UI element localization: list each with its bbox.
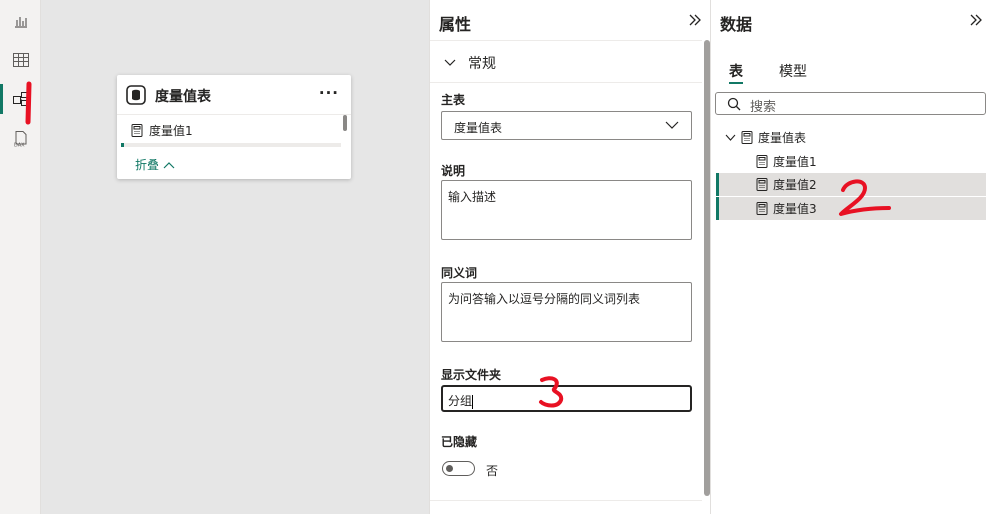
report-view-button[interactable] [0,2,41,40]
calculator-icon [741,131,753,144]
model-view-button[interactable] [0,80,41,118]
text-caret [472,394,474,409]
table-card-header[interactable]: 度量值表 ··· [117,75,351,115]
properties-pane: 属性 常规 主表 度量值表 说明 输入描述 同义词 为问答输入以逗号分隔的同义词… [429,0,711,514]
description-input[interactable]: 输入描述 [441,180,692,240]
tab-active-indicator [729,82,743,84]
dax-query-view-button[interactable]: DAX [0,120,41,158]
card-field-label: 度量值1 [149,124,193,138]
properties-body: 常规 主表 度量值表 说明 输入描述 同义词 为问答输入以逗号分隔的同义词列表 … [430,40,702,500]
collapse-pane-icon[interactable] [688,14,702,26]
report-view-icon [14,17,27,28]
main-table-dropdown[interactable]: 度量值表 [441,111,692,140]
general-section-label: 常规 [468,56,496,72]
section-divider [430,82,702,83]
general-section-header[interactable]: 常规 [444,53,496,73]
search-placeholder: 搜索 [750,100,777,115]
display-folder-value: 分组 [448,394,473,408]
chevron-down-icon [665,121,679,129]
tab-tables[interactable]: 表 [729,61,743,81]
calculator-icon [756,202,768,215]
chevron-down-icon [444,59,456,66]
hidden-toggle[interactable] [442,461,475,476]
properties-scrollbar[interactable] [704,40,710,496]
tree-measure-label: 度量值1 [773,155,817,169]
main-table-label: 主表 [441,93,466,107]
model-canvas[interactable]: 度量值表 ··· 度量值1 折叠 [25,0,429,514]
view-rail: DAX [0,0,41,514]
hidden-label: 已隐藏 [441,435,478,449]
chevron-up-icon [163,161,175,168]
calculator-icon [756,178,768,191]
synonyms-input[interactable]: 为问答输入以逗号分隔的同义词列表 [441,282,692,342]
synonyms-label: 同义词 [441,266,478,280]
tree-measure-item-selected[interactable]: 度量值3 [716,197,986,220]
card-scrollbar[interactable] [343,115,347,131]
tab-model[interactable]: 模型 [779,61,807,81]
data-pane: 数据 表 模型 搜索 度量值表 度量值1 度量值2 度量值3 [711,0,990,514]
svg-text:DAX: DAX [14,143,25,149]
properties-bottom-divider [430,500,702,501]
table-view-icon [12,53,29,67]
collapse-label: 折叠 [135,158,160,172]
collapse-pane-icon[interactable] [969,14,983,26]
search-icon [727,97,741,111]
calculator-icon [131,124,143,137]
calculator-icon [756,155,768,168]
tree-table-label: 度量值表 [758,131,807,145]
tree-measure-label: 度量值3 [773,202,817,216]
properties-title: 属性 [439,15,472,34]
tree-measure-label: 度量值2 [773,178,817,192]
card-field-row[interactable]: 度量值1 [131,122,193,139]
table-view-button[interactable] [0,41,41,79]
tree-measure-item-selected[interactable]: 度量值2 [716,173,986,196]
dax-query-view-icon: DAX [14,131,26,149]
data-search-input[interactable]: 搜索 [715,92,986,115]
chevron-down-icon [725,134,736,141]
main-table-value: 度量值表 [454,121,503,135]
tree-measure-item[interactable]: 度量值1 [716,150,986,173]
data-title: 数据 [720,15,753,34]
display-folder-label: 显示文件夹 [441,368,502,382]
collapse-button[interactable]: 折叠 [135,156,175,173]
model-view-icon [12,92,28,106]
tree-table-item[interactable]: 度量值表 [716,126,986,149]
hidden-toggle-value: 否 [486,464,499,478]
table-card-title: 度量值表 [155,89,211,105]
card-selected-row[interactable] [121,143,341,147]
more-options-icon[interactable]: ··· [319,84,339,102]
database-table-icon [126,85,146,105]
table-card[interactable]: 度量值表 ··· 度量值1 折叠 [117,75,351,179]
display-folder-input[interactable]: 分组 [441,385,692,412]
description-label: 说明 [441,164,466,178]
